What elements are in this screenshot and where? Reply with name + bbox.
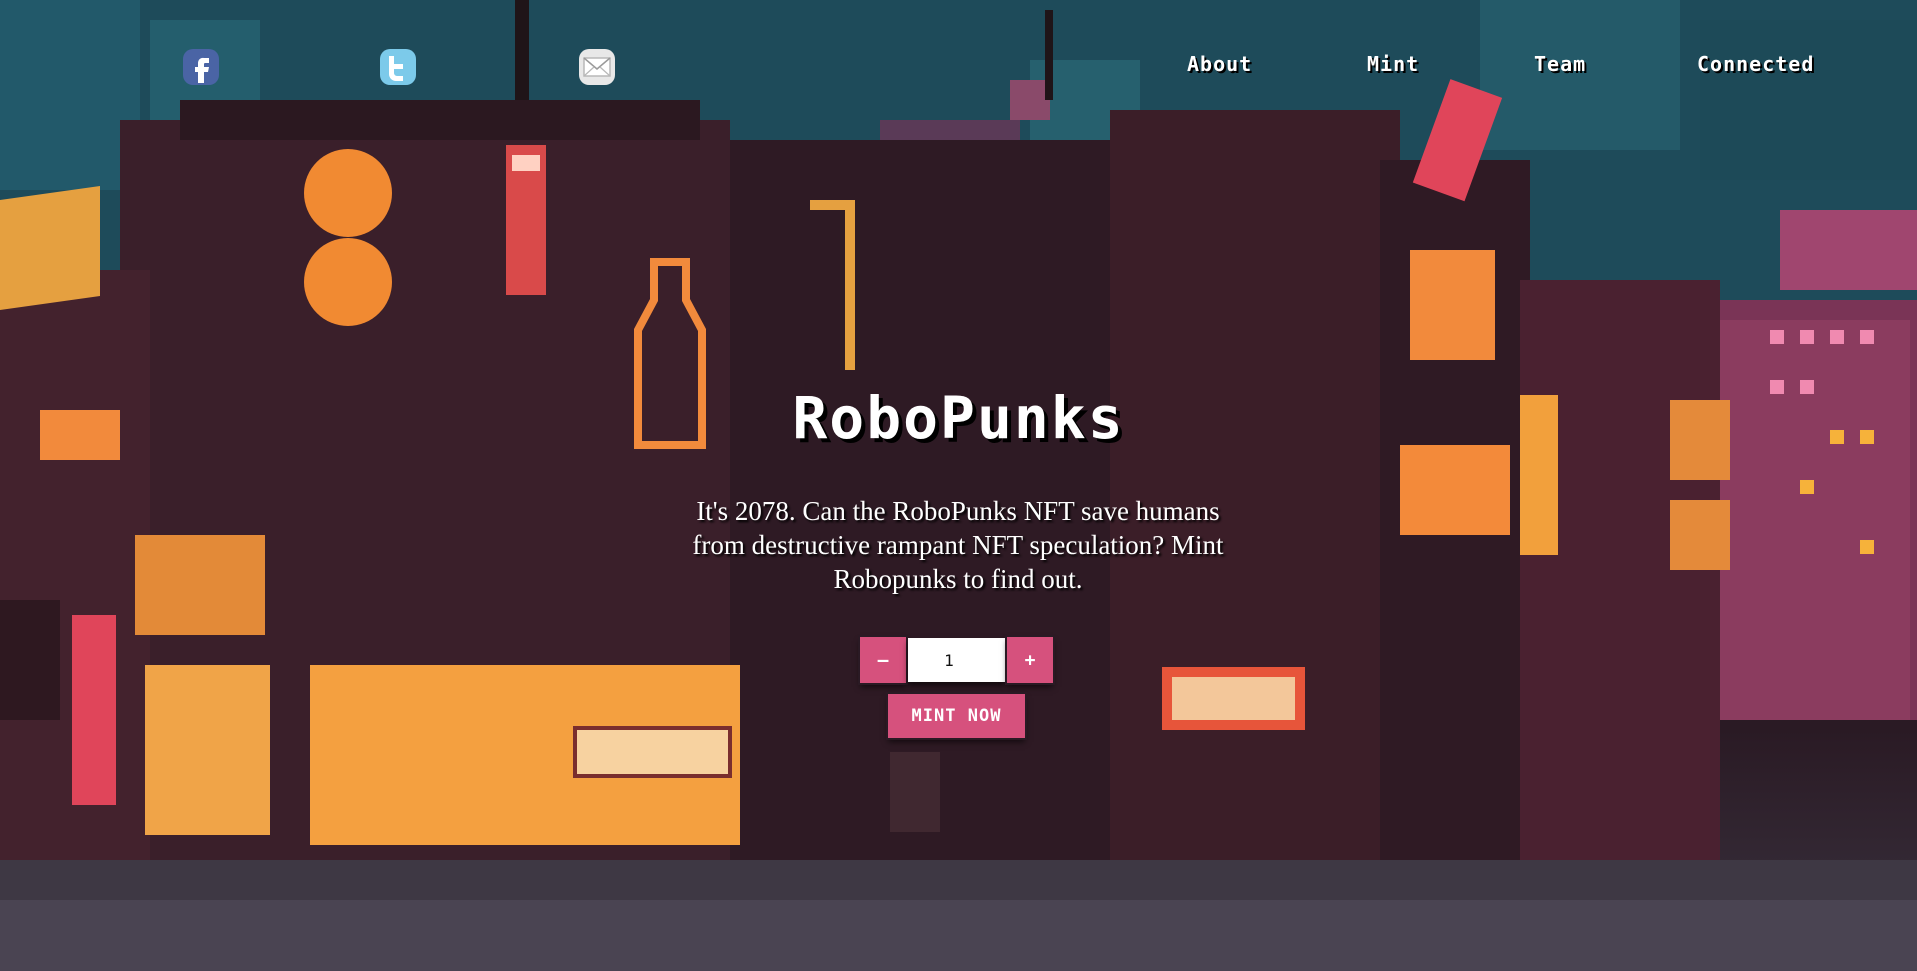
mint-now-button[interactable]: MINT NOW [888, 694, 1025, 738]
page: About Mint Team Connected RoboPunks It's… [0, 0, 1917, 971]
nav-mint[interactable]: Mint [1367, 52, 1419, 76]
hero-title: RoboPunks [792, 384, 1125, 452]
decrement-button[interactable]: – [860, 637, 906, 683]
email-icon [579, 49, 615, 85]
facebook-icon [183, 49, 219, 85]
hero-description: It's 2078. Can the RoboPunks NFT save hu… [692, 496, 1224, 594]
twitter-link[interactable] [377, 46, 419, 88]
nav-about[interactable]: About [1187, 52, 1252, 76]
nav-connected-status[interactable]: Connected [1697, 52, 1814, 76]
nav-team[interactable]: Team [1534, 52, 1586, 76]
city-background-image [0, 0, 1917, 971]
quantity-input[interactable] [908, 638, 1005, 682]
email-link[interactable] [576, 46, 618, 88]
increment-button[interactable]: + [1007, 637, 1053, 683]
twitter-icon [380, 49, 416, 85]
facebook-link[interactable] [180, 46, 222, 88]
city-background-svg [0, 0, 1917, 971]
